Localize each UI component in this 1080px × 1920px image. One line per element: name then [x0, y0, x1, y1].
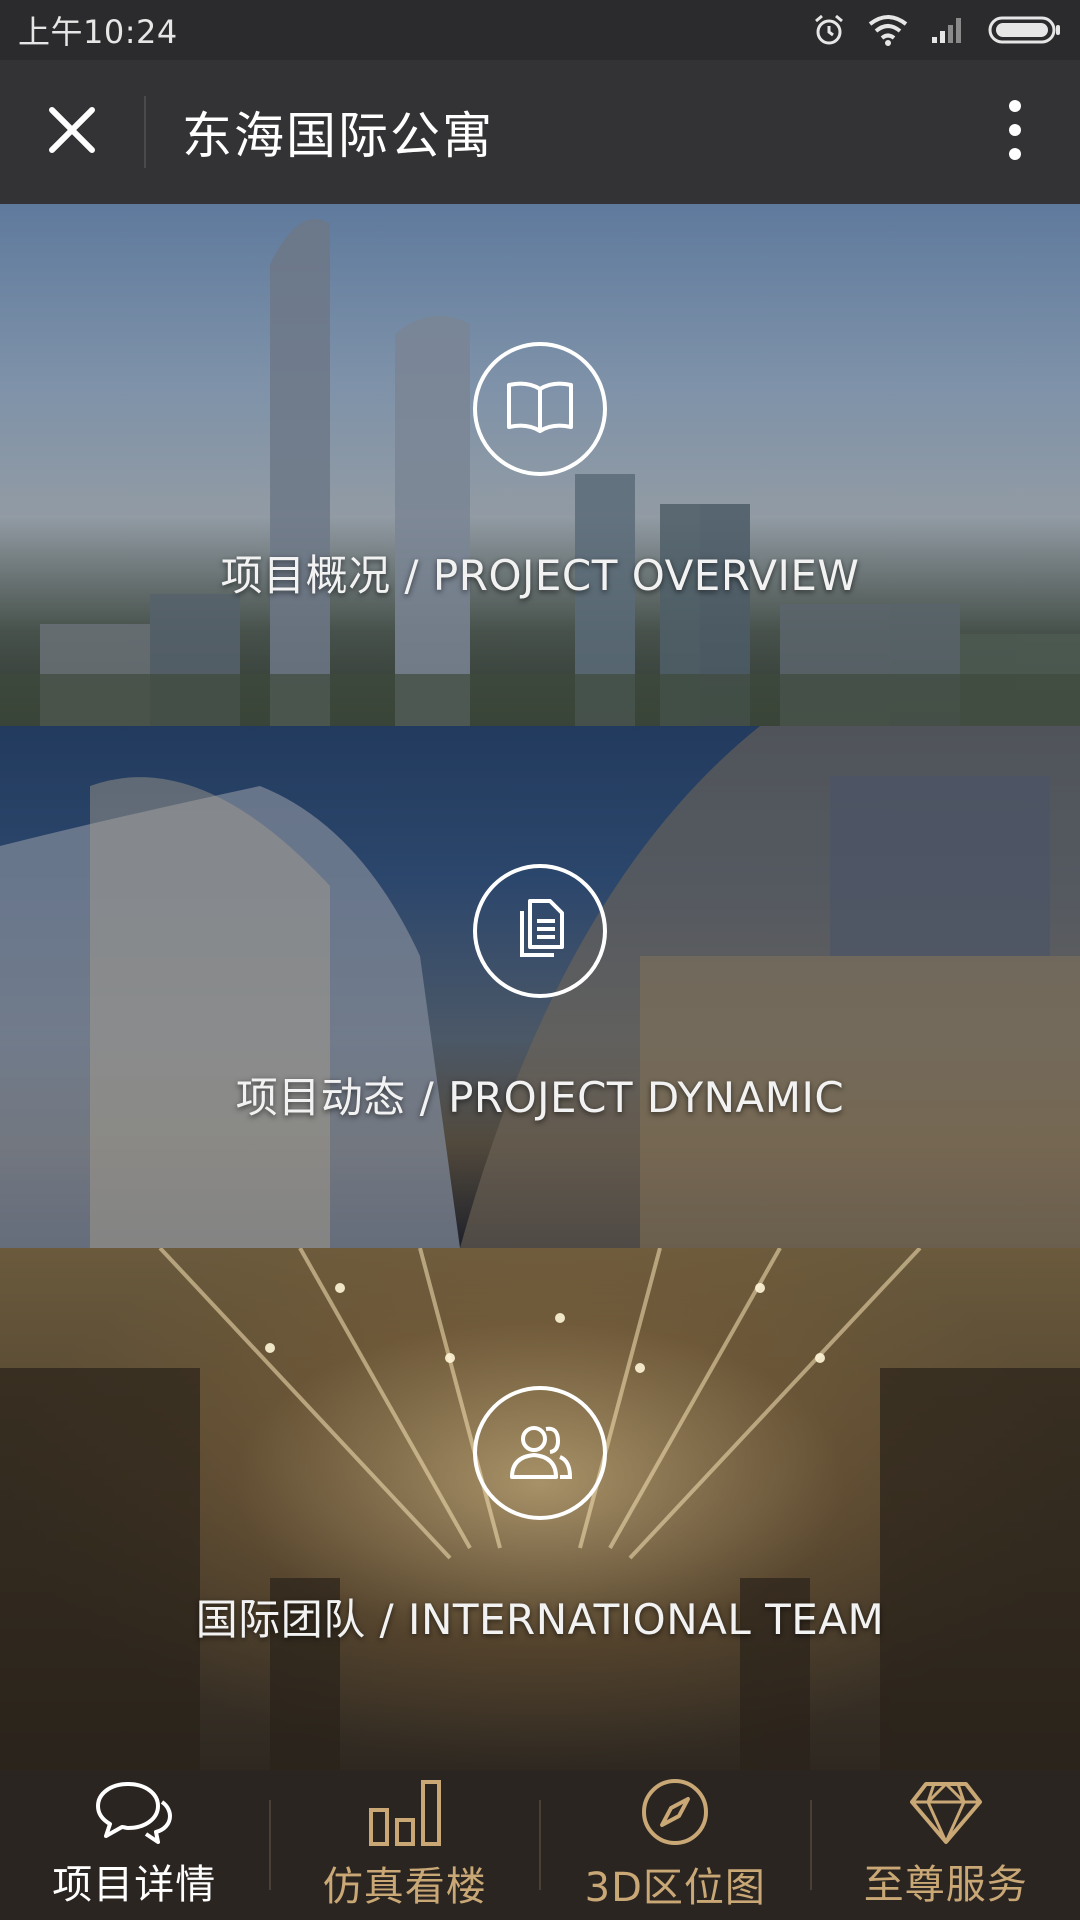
panel-caption: 项目概况 / PROJECT OVERVIEW [220, 551, 860, 600]
more-vertical-icon [1008, 99, 1022, 165]
chat-icon [94, 1780, 174, 1848]
panel-international-team[interactable]: 国际团队 / INTERNATIONAL TEAM [0, 1248, 1080, 1770]
tab-label: 仿真看楼 [322, 1864, 487, 1910]
page-title: 东海国际公寓 [182, 107, 494, 165]
tab-virtual-tour[interactable]: 仿真看楼 [271, 1770, 540, 1920]
panel-project-dynamic[interactable]: 项目动态 / PROJECT DYNAMIC [0, 726, 1080, 1248]
panel-icon-ring [473, 1386, 607, 1520]
team-icon [504, 1421, 576, 1485]
panel-caption: 项目动态 / PROJECT DYNAMIC [235, 1073, 845, 1122]
status-icons [812, 13, 1062, 47]
status-time: 上午10:24 [18, 13, 178, 51]
tab-label: 至尊服务 [863, 1862, 1028, 1908]
wifi-icon [868, 14, 908, 46]
document-icon [512, 897, 568, 965]
diamond-icon [909, 1780, 982, 1848]
close-button[interactable] [0, 60, 144, 204]
status-bar: 上午10:24 [0, 0, 1080, 60]
tab-label: 3D区位图 [584, 1865, 766, 1911]
book-icon [505, 379, 575, 439]
bar-chart-icon [367, 1778, 443, 1850]
panel-icon-ring [473, 342, 607, 476]
close-icon [46, 104, 98, 160]
tab-3d-location-map[interactable]: 3D区位图 [541, 1770, 810, 1920]
panel-caption: 国际团队 / INTERNATIONAL TEAM [195, 1595, 885, 1644]
title-bar: 东海国际公寓 [0, 60, 1080, 204]
compass-icon [640, 1777, 710, 1851]
tab-project-details[interactable]: 项目详情 [0, 1770, 269, 1920]
battery-icon [988, 15, 1062, 45]
panel-icon-ring [473, 864, 607, 998]
panel-project-overview[interactable]: 项目概况 / PROJECT OVERVIEW [0, 204, 1080, 726]
bottom-tab-bar: 项目详情 仿真看楼 3D区位图 至尊服务 [0, 1770, 1080, 1920]
more-button[interactable] [950, 60, 1080, 204]
tab-premium-service[interactable]: 至尊服务 [812, 1770, 1080, 1920]
signal-icon [930, 15, 966, 45]
tab-label: 项目详情 [52, 1862, 217, 1908]
alarm-icon [812, 13, 846, 47]
